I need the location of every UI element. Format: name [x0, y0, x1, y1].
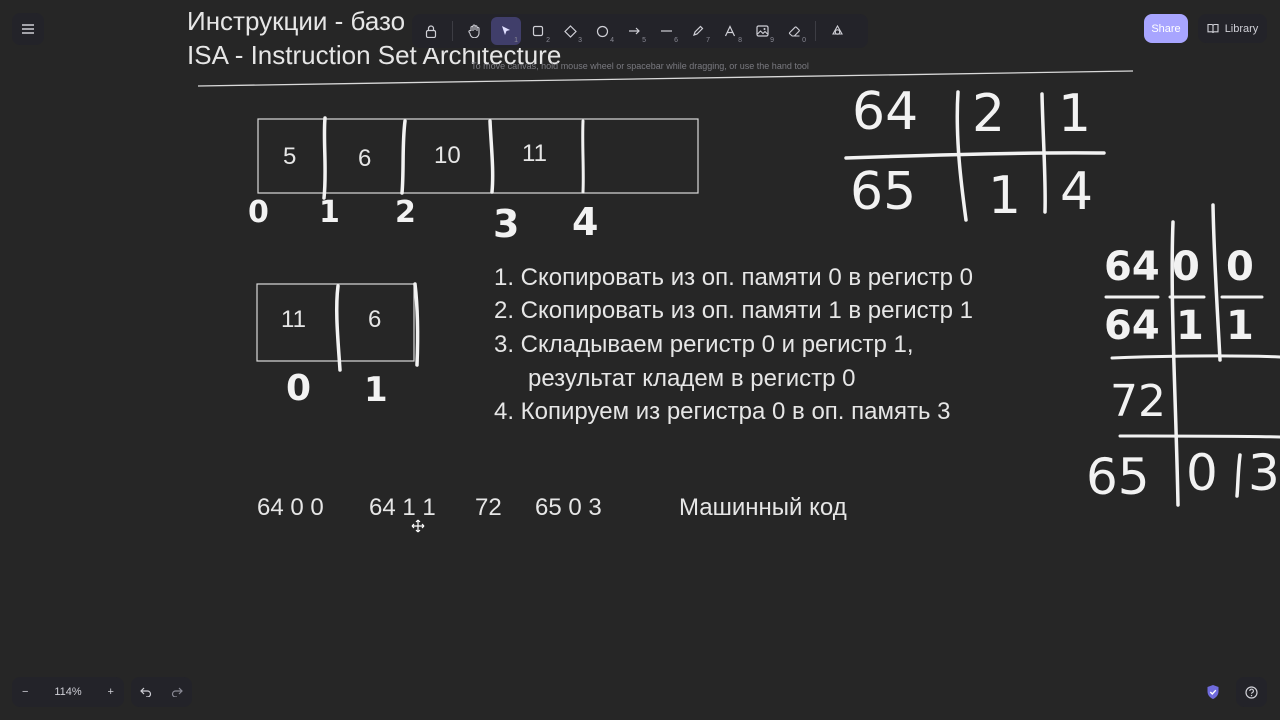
instruction-line: 1. Скопировать из оп. памяти 0 в регистр…: [494, 264, 974, 291]
move-cursor-icon: [411, 519, 425, 533]
ht1-cell: 64: [852, 82, 919, 142]
register-divider-2: [413, 282, 420, 367]
register-cell: 11: [281, 306, 306, 333]
ht2-vline-3: [1235, 453, 1242, 498]
register-cell: 6: [368, 306, 382, 333]
ht2-cell: 0: [1172, 244, 1200, 290]
memory-address: 2: [395, 195, 416, 230]
ht2-hline-1: [1110, 354, 1280, 360]
zoom-level[interactable]: 114%: [54, 686, 81, 698]
zoom-out-button[interactable]: −: [22, 686, 28, 698]
ht2-cell: 1: [1176, 303, 1204, 349]
ht1-cell: 1: [988, 166, 1022, 226]
undo-icon[interactable]: [140, 687, 152, 697]
ht2-cell: 65: [1086, 448, 1150, 506]
memory-address: 4: [572, 200, 599, 244]
ht2-cell: 1: [1226, 303, 1254, 349]
register-address: 0: [286, 368, 312, 409]
help-icon: [1245, 685, 1258, 699]
ht2-cell: 0: [1226, 244, 1254, 290]
ht1-cell: 65: [850, 162, 917, 222]
memory-cell: 6: [358, 145, 372, 172]
ht2-hline-2: [1118, 434, 1280, 439]
ht2-cell: 64: [1104, 244, 1160, 290]
instruction-line: 3. Складываем регистр 0 и регистр 1,: [494, 331, 914, 358]
help-button[interactable]: [1236, 677, 1267, 707]
memory-divider-2: [400, 119, 407, 195]
memory-cell: 5: [283, 143, 297, 170]
machine-code-item: 64 1 1: [369, 494, 436, 521]
memory-cell: 11: [522, 140, 547, 167]
memory-address: 1: [319, 195, 340, 230]
shield-check-icon[interactable]: [1206, 684, 1220, 700]
ht1-cell: 2: [972, 84, 1006, 144]
instruction-line: результат кладем в регистр 0: [528, 365, 856, 392]
ht1-cell: 4: [1060, 162, 1094, 222]
ht2-cell: 72: [1110, 376, 1166, 427]
ht2-cell: 0: [1186, 444, 1218, 502]
machine-code-label: Машинный код: [679, 494, 847, 521]
register-divider-1: [334, 284, 342, 372]
zoom-in-button[interactable]: +: [108, 686, 114, 698]
history-controls: [131, 677, 192, 707]
memory-divider-1: [322, 116, 327, 200]
memory-divider-4: [581, 119, 585, 194]
instruction-line: 4. Копируем из регистра 0 в оп. память 3: [494, 398, 951, 425]
redo-icon[interactable]: [171, 687, 183, 697]
memory-address: 0: [248, 195, 269, 230]
register-address: 1: [364, 370, 388, 410]
ht1-hline: [844, 151, 1106, 160]
ht2-cell: 3: [1248, 444, 1280, 502]
machine-code-item: 72: [475, 494, 502, 521]
ht1-vline-2: [1040, 92, 1047, 214]
ht1-cell: 1: [1058, 84, 1092, 144]
memory-divider-3: [488, 119, 495, 194]
machine-code-item: 65 0 3: [535, 494, 602, 521]
instruction-line: 2. Скопировать из оп. памяти 1 в регистр…: [494, 297, 974, 324]
ht2-vline-2: [1211, 203, 1222, 362]
memory-address: 3: [493, 202, 520, 246]
memory-cell: 10: [434, 142, 461, 169]
zoom-controls: − 114% +: [12, 677, 124, 707]
ht2-cell: 64: [1104, 303, 1160, 349]
machine-code-item: 64 0 0: [257, 494, 324, 521]
